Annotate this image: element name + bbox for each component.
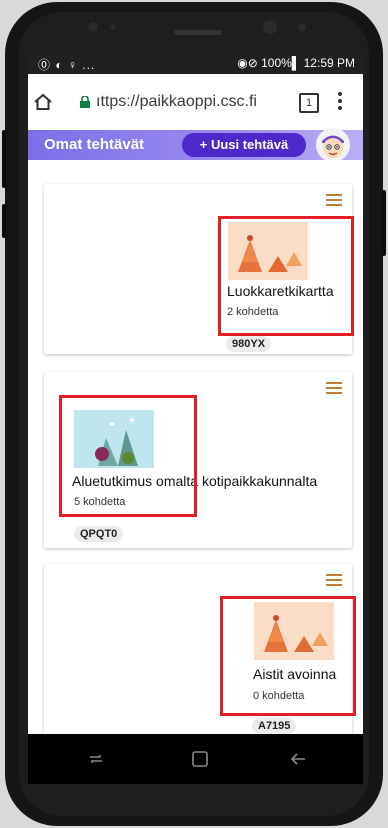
back-icon[interactable] bbox=[288, 749, 308, 769]
card-menu-icon[interactable] bbox=[326, 194, 342, 206]
task-code-badge: 980YX bbox=[226, 336, 272, 352]
bixby-button bbox=[2, 204, 6, 238]
more-menu-icon[interactable] bbox=[338, 90, 344, 112]
volume-button bbox=[2, 130, 6, 188]
card-menu-icon[interactable] bbox=[326, 574, 342, 586]
task-code-badge: A7195 bbox=[252, 718, 297, 734]
card-menu-icon[interactable] bbox=[326, 382, 342, 394]
highlight-box bbox=[59, 395, 197, 517]
lock-icon bbox=[80, 96, 90, 108]
app-header: Omat tehtävät + Uusi tehtävä bbox=[28, 128, 363, 162]
tab-switcher-button[interactable]: 1 bbox=[299, 93, 319, 113]
android-nav-bar bbox=[28, 734, 363, 784]
url-field[interactable]: ıttps://paikkaoppi.csc.fi bbox=[66, 84, 288, 120]
highlight-box bbox=[218, 216, 354, 336]
front-camera-icon bbox=[88, 22, 98, 32]
power-button bbox=[382, 190, 386, 256]
home-icon[interactable] bbox=[33, 92, 53, 112]
highlight-box bbox=[220, 596, 356, 716]
task-code-badge: QPQT0 bbox=[74, 526, 124, 542]
iris-camera-icon bbox=[263, 20, 277, 34]
home-nav-icon[interactable] bbox=[190, 749, 210, 769]
status-icons-right: ◉⊘ 100%▌ 12:59 PM bbox=[237, 56, 355, 70]
page-title: Omat tehtävät bbox=[44, 136, 145, 153]
browser-toolbar: ıttps://paikkaoppi.csc.fi 1 bbox=[28, 74, 363, 131]
status-bar: ⓪ ◐ ♀ ... ◉⊘ 100%▌ 12:59 PM bbox=[28, 52, 363, 74]
task-list: Luokkaretkikartta 2 kohdetta 980YX Aluet… bbox=[28, 160, 363, 734]
avatar[interactable] bbox=[316, 128, 350, 162]
status-icons-left: ⓪ ◐ ♀ ... bbox=[38, 58, 96, 72]
phone-device: ⓪ ◐ ♀ ... ◉⊘ 100%▌ 12:59 PM ıttps://paik… bbox=[0, 0, 388, 828]
recent-apps-icon[interactable] bbox=[86, 749, 106, 769]
proximity-sensor-icon bbox=[298, 23, 306, 31]
earpiece-speaker bbox=[174, 30, 222, 35]
sensor-icon bbox=[110, 24, 116, 30]
top-bezel bbox=[0, 0, 388, 52]
screen: ⓪ ◐ ♀ ... ◉⊘ 100%▌ 12:59 PM ıttps://paik… bbox=[28, 52, 363, 734]
new-task-button[interactable]: + Uusi tehtävä bbox=[182, 133, 306, 157]
bottom-bezel bbox=[28, 784, 363, 798]
url-text: ıttps://paikkaoppi.csc.fi bbox=[96, 93, 257, 110]
